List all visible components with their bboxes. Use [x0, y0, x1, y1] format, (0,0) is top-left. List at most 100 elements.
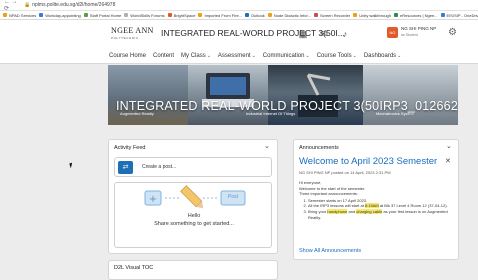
bell-icon[interactable]: ♪: [338, 28, 352, 41]
chevron-down-icon: ⌄: [206, 52, 211, 59]
nav-communication-label: Communication: [262, 52, 305, 59]
lock-icon: 🔒: [24, 2, 31, 8]
visual-toc-card: D2L Visual TOC: [108, 260, 278, 280]
post-button[interactable]: Post: [221, 194, 245, 200]
nav-assessment[interactable]: Assessment⌄: [218, 53, 256, 59]
point3-pre: Bring your: [308, 208, 328, 214]
bookmark-item[interactable]: eResources | Ngee...: [394, 13, 438, 18]
nav-dashboards[interactable]: Dashboards⌄: [364, 53, 402, 59]
bookmark-item[interactable]: Staff Portal Home: [83, 13, 121, 18]
nav-my-class-label: My Class: [181, 52, 206, 59]
banner-title: INTEGRATED REAL-WORLD PROJECT 3(50IRP3_0…: [116, 99, 458, 113]
grid-icon[interactable]: ▦: [296, 28, 310, 41]
announcement-list: Semester starts on 17 April 2023. All th…: [299, 198, 455, 220]
empty-state-title: Hello: [187, 213, 201, 219]
bookmark-item[interactable]: WorldSkills Forums: [124, 12, 165, 18]
bookmark-favicon-icon: [83, 13, 88, 17]
course-minibar: Course Home Content My Class⌄ Assessment…: [0, 48, 478, 64]
user-menu[interactable]: NG NG SHI PING NP as Student: [387, 26, 436, 38]
bookmark-item[interactable]: NPAD Services: [3, 13, 36, 18]
bookmark-item[interactable]: EIS/SIP - OneDrive: [440, 13, 478, 18]
point3-highlight-1: handphone: [327, 208, 348, 214]
empty-state-subtitle: Share something to get started...: [154, 221, 234, 227]
close-icon[interactable]: ✕: [445, 157, 451, 165]
course-banner: Augmented Reality Industrial Internet Of…: [108, 65, 458, 125]
nav-my-class[interactable]: My Class⌄: [181, 53, 211, 59]
bookmark-label: Outlook: [251, 12, 265, 18]
announcements-card: Announcements ⌄ Welcome to April 2023 Se…: [293, 139, 459, 260]
bookmark-label: BrightSpace: [173, 12, 196, 18]
chevron-down-icon: ⌄: [251, 52, 256, 59]
activity-feed-title: Activity Feed: [114, 145, 146, 151]
bookmark-item[interactable]: Outlook: [245, 13, 265, 18]
bookmark-item[interactable]: Imported From Fire...: [198, 13, 242, 18]
point2-pre: All the IRP3 lessons will start at: [308, 203, 365, 209]
nav-assessment-label: Assessment: [217, 52, 251, 59]
browser-nav-icons[interactable]: ← → ⟳: [4, 0, 24, 12]
announcement-lead: Three important announcements:: [299, 191, 358, 197]
nav-course-home[interactable]: Course Home: [109, 53, 146, 59]
bookmark-favicon-icon: [3, 13, 7, 17]
pencil-icon: [180, 185, 204, 209]
bookmark-item[interactable]: Node Didactic Infor...: [267, 12, 311, 18]
more-options-icon[interactable]: ⌄: [446, 142, 452, 150]
url-text[interactable]: nplms.polite.edu.sg/d2l/home/264978: [32, 2, 115, 8]
announcements-header: Announcements: [299, 145, 339, 151]
d2l-navbar: NGEE ANN POLYTECHNIC INTEGRATED REAL-WOR…: [0, 20, 478, 48]
bookmark-label: Screen Recorder: [319, 12, 351, 18]
mouse-cursor-icon: [69, 162, 74, 169]
bookmark-favicon-icon: [440, 13, 445, 17]
banner-photo-mechatronics: [268, 65, 363, 125]
more-options-icon[interactable]: ⌄: [264, 142, 270, 150]
activity-feed-empty-state: + Post Hello Share something to get star…: [114, 182, 272, 248]
nav-dashboards-label: Dashboards: [363, 52, 397, 59]
bookmark-item[interactable]: Unity walkthrough: [353, 13, 391, 18]
bookmark-favicon-icon: [198, 13, 203, 17]
bookmark-label: Imported From Fire...: [204, 12, 243, 18]
bookmark-favicon-icon: [124, 13, 129, 17]
avatar[interactable]: NG: [387, 26, 398, 38]
user-role: as Student: [401, 33, 418, 37]
bookmarks-bar: NPAD Services Workday-appointing Staff Por…: [0, 11, 478, 20]
announcement-point-3: Bring your handphone and charging cable …: [308, 208, 455, 220]
plus-icon: +: [149, 194, 157, 205]
logo-subtext: POLYTECHNIC: [111, 36, 139, 40]
nav-content[interactable]: Content: [153, 53, 174, 59]
bookmark-favicon-icon: [394, 13, 398, 17]
bookmark-label: Node Didactic Infor...: [273, 12, 311, 18]
chevron-down-icon: ⌄: [352, 52, 357, 59]
bookmark-item[interactable]: Screen Recorder: [313, 12, 351, 18]
logo-text: NGEE ANN: [111, 26, 154, 35]
robot-arm-illustration: [298, 73, 338, 117]
nav-course-tools[interactable]: Course Tools⌄: [317, 53, 357, 59]
visual-toc-title: D2L Visual TOC: [114, 265, 154, 271]
bookmark-favicon-icon: [353, 13, 358, 17]
bookmark-label: WorldSkills Forums: [130, 12, 165, 18]
announcement-title[interactable]: Welcome to April 2023 Semester: [299, 156, 437, 167]
bookmark-label: Unity walkthrough: [359, 12, 391, 18]
show-all-announcements-link[interactable]: Show All Announcements: [299, 248, 361, 254]
bookmark-item[interactable]: Workday-appointing: [39, 13, 81, 18]
browser-url-bar[interactable]: ← → ⟳ 🔒 nplms.polite.edu.sg/d2l/home/264…: [0, 0, 478, 12]
navbar-icons: ▦ ✉ ♪: [296, 28, 359, 41]
bookmark-label: NPAD Services: [9, 12, 37, 18]
banner-photo-robot: [363, 65, 458, 125]
create-post-input[interactable]: ⇄ Create a post...: [114, 157, 272, 177]
point1-text: Semester starts on 17 April 2023.: [308, 197, 368, 203]
point2-post: at Blk 37 Level 4 Room 12 (37-04-12).: [378, 203, 448, 209]
point2-highlight: 8:15AM: [364, 203, 379, 209]
activity-feed-icon: ⇄: [118, 161, 133, 174]
bookmark-favicon-icon: [245, 13, 250, 17]
nav-communication[interactable]: Communication⌄: [263, 53, 310, 59]
banner-photo-ar: [108, 65, 188, 125]
point3-highlight-2: charging cable: [356, 208, 383, 214]
bookmark-label: Workday-appointing: [45, 12, 81, 18]
chat-icon[interactable]: ✉: [317, 28, 331, 41]
bookmark-favicon-icon: [167, 13, 172, 17]
iiot-device-illustration: [202, 73, 254, 107]
feed-illustration: +: [144, 185, 246, 209]
bookmark-item[interactable]: BrightSpace: [167, 12, 196, 18]
ngee-ann-logo[interactable]: NGEE ANN POLYTECHNIC: [111, 27, 155, 42]
create-post-placeholder: Create a post...: [142, 164, 177, 170]
gear-icon[interactable]: ⚙: [448, 27, 457, 38]
